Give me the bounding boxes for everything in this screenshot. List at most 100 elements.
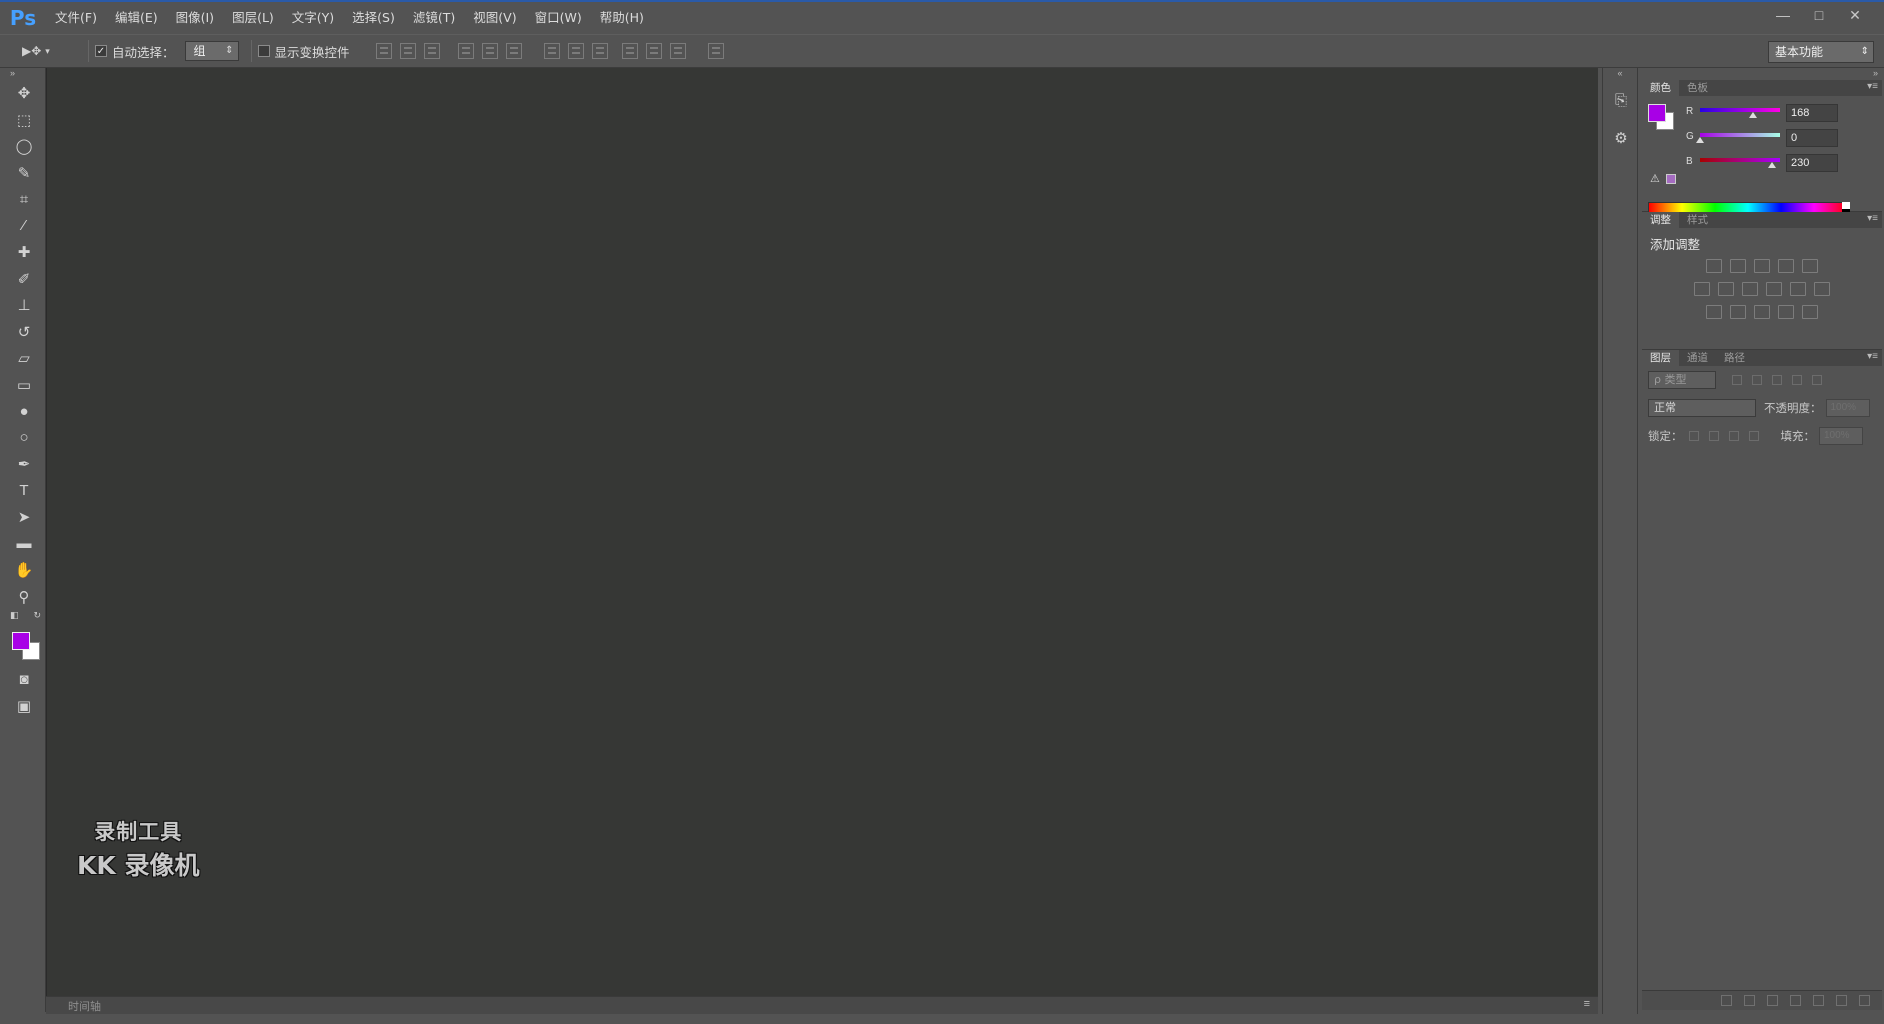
delete-layer-icon[interactable] <box>1859 995 1870 1006</box>
tool-preset-picker[interactable]: ▶✥ ▾ <box>22 37 82 65</box>
align-left-icon[interactable] <box>457 43 474 59</box>
foreground-color-swatch[interactable] <box>1648 104 1666 122</box>
tab-paths[interactable]: 路径 <box>1716 350 1753 366</box>
align-hcenter-icon[interactable] <box>481 43 498 59</box>
eyedropper-tool-icon[interactable]: ⁄ <box>6 213 42 240</box>
add-mask-icon[interactable] <box>1767 995 1778 1006</box>
workspace-switcher[interactable]: 基本功能 <box>1768 41 1874 63</box>
pixel-filter-icon[interactable] <box>1732 375 1742 385</box>
color-lookup-icon[interactable] <box>1814 282 1830 296</box>
lock-pixels-icon[interactable] <box>1708 431 1719 441</box>
blue-value-input[interactable]: 230 <box>1786 154 1838 172</box>
auto-select-checkbox[interactable]: ✓ <box>95 45 107 57</box>
close-button[interactable]: ✕ <box>1838 4 1872 26</box>
document-canvas-area[interactable]: 录制工具 KK 录像机 <box>46 68 1598 996</box>
history-brush-tool-icon[interactable]: ↺ <box>6 319 42 346</box>
blend-mode-dropdown[interactable]: 正常 <box>1648 399 1756 417</box>
gradient-tool-icon[interactable]: ▭ <box>6 372 42 399</box>
distribute-right-icon[interactable] <box>669 43 686 59</box>
align-top-icon[interactable] <box>375 43 392 59</box>
green-value-input[interactable]: 0 <box>1786 129 1838 147</box>
green-slider-track[interactable] <box>1700 133 1780 137</box>
collapse-dock-icon[interactable]: « <box>1603 68 1637 80</box>
posterize-icon[interactable] <box>1730 305 1746 319</box>
adjustment-filter-icon[interactable] <box>1752 375 1762 385</box>
hue-saturation-icon[interactable] <box>1694 282 1710 296</box>
minimize-button[interactable]: — <box>1766 4 1800 26</box>
quick-select-tool-icon[interactable]: ✎ <box>6 160 42 187</box>
maximize-button[interactable]: □ <box>1802 4 1836 26</box>
invert-icon[interactable] <box>1706 305 1722 319</box>
default-colors-icon[interactable]: ◧ <box>10 610 19 622</box>
screen-mode-icon[interactable]: ▣ <box>6 693 42 720</box>
channel-mixer-icon[interactable] <box>1790 282 1806 296</box>
distribute-vcenter-icon[interactable] <box>567 43 584 59</box>
collapse-toolbox-icon[interactable]: » <box>6 68 45 80</box>
auto-align-icon[interactable] <box>707 43 724 59</box>
menu-select[interactable]: 选择(S) <box>343 1 404 35</box>
menu-filter[interactable]: 滤镜(T) <box>404 1 464 35</box>
tab-adjustments[interactable]: 调整 <box>1642 212 1679 228</box>
timeline-tab[interactable]: 时间轴 <box>46 998 101 1014</box>
rectangle-tool-icon[interactable]: ▬ <box>6 531 42 558</box>
new-layer-icon[interactable] <box>1836 995 1847 1006</box>
black-white-icon[interactable] <box>1742 282 1758 296</box>
distribute-bottom-icon[interactable] <box>591 43 608 59</box>
layer-filter-dropdown[interactable]: ρ 类型 <box>1648 371 1716 389</box>
swap-colors-icon[interactable]: ↻ <box>33 610 41 622</box>
panel-menu-icon[interactable]: ▾≡ <box>1867 81 1878 92</box>
type-filter-icon[interactable] <box>1772 375 1782 385</box>
menu-type[interactable]: 文字(Y) <box>283 1 343 35</box>
distribute-hcenter-icon[interactable] <box>645 43 662 59</box>
path-select-tool-icon[interactable]: ➤ <box>6 504 42 531</box>
menu-file[interactable]: 文件(F) <box>46 1 106 35</box>
eraser-tool-icon[interactable]: ▱ <box>6 345 42 372</box>
foreground-color-swatch[interactable] <box>12 632 30 650</box>
pen-tool-icon[interactable]: ✒ <box>6 451 42 478</box>
hand-tool-icon[interactable]: ✋ <box>6 557 42 584</box>
menu-help[interactable]: 帮助(H) <box>591 1 653 35</box>
out-of-gamut-warning-icon[interactable]: ⚠ <box>1650 172 1660 185</box>
new-group-icon[interactable] <box>1813 995 1824 1006</box>
green-slider-thumb[interactable] <box>1696 137 1704 143</box>
distribute-left-icon[interactable] <box>621 43 638 59</box>
lock-position-icon[interactable] <box>1728 431 1739 441</box>
stamp-tool-icon[interactable]: ⊥ <box>6 292 42 319</box>
expand-panels-icon[interactable]: » <box>1642 68 1882 80</box>
shape-filter-icon[interactable] <box>1792 375 1802 385</box>
red-value-input[interactable]: 168 <box>1786 104 1838 122</box>
menu-view[interactable]: 视图(V) <box>464 1 525 35</box>
threshold-icon[interactable] <box>1754 305 1770 319</box>
vibrance-icon[interactable] <box>1802 259 1818 273</box>
tab-swatches[interactable]: 色板 <box>1679 80 1716 96</box>
menu-image[interactable]: 图像(I) <box>167 1 223 35</box>
align-vcenter-icon[interactable] <box>399 43 416 59</box>
menu-window[interactable]: 窗口(W) <box>526 1 591 35</box>
dodge-tool-icon[interactable]: ○ <box>6 425 42 452</box>
menu-layer[interactable]: 图层(L) <box>223 1 283 35</box>
show-transform-checkbox[interactable] <box>257 45 270 57</box>
smart-object-filter-icon[interactable] <box>1812 375 1822 385</box>
lock-transparent-icon[interactable] <box>1688 431 1699 441</box>
marquee-tool-icon[interactable]: ⬚ <box>6 107 42 134</box>
gamut-correction-swatch[interactable] <box>1666 174 1676 184</box>
red-slider-track[interactable] <box>1700 108 1780 112</box>
auto-select-dropdown[interactable]: 组 <box>184 41 239 61</box>
fill-input[interactable]: 100% <box>1819 427 1863 445</box>
opacity-input[interactable]: 100% <box>1825 399 1870 417</box>
levels-icon[interactable] <box>1730 259 1746 273</box>
blue-slider-thumb[interactable] <box>1768 162 1776 168</box>
tab-channels[interactable]: 通道 <box>1679 350 1716 366</box>
panel-menu-icon[interactable]: ▾≡ <box>1867 213 1878 224</box>
layer-style-icon[interactable] <box>1744 995 1755 1006</box>
lock-all-icon[interactable] <box>1748 431 1759 441</box>
selective-color-icon[interactable] <box>1778 305 1794 319</box>
type-tool-icon[interactable]: T <box>6 478 42 505</box>
panel-menu-icon[interactable]: ≡ <box>1584 998 1590 1010</box>
red-slider-thumb[interactable] <box>1748 112 1757 118</box>
distribute-top-icon[interactable] <box>543 43 560 59</box>
align-right-icon[interactable] <box>505 43 522 59</box>
history-panel-icon[interactable]: ⎘ <box>1607 86 1635 114</box>
properties-panel-icon[interactable]: ⚙ <box>1607 124 1635 152</box>
move-tool-icon[interactable]: ✥ <box>6 80 42 107</box>
